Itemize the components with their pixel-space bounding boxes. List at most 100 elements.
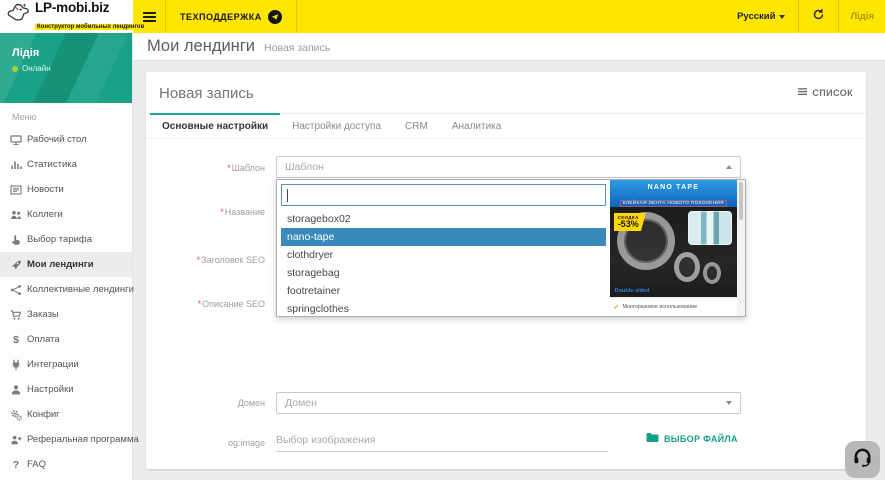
list-button[interactable]: СПИСОК — [797, 85, 853, 99]
template-options-list: storagebox02nano-tapeclothdryerstorageba… — [281, 210, 606, 318]
sidebar-item-plug[interactable]: Интеграции — [0, 352, 132, 377]
tab-2[interactable]: CRM — [393, 114, 440, 138]
stats-icon — [10, 159, 27, 171]
share-icon — [10, 284, 27, 296]
tab-0[interactable]: Основные настройки — [150, 114, 280, 138]
scrollbar-thumb[interactable] — [739, 182, 743, 220]
domain-select-placeholder: Домен — [285, 397, 317, 409]
gears-icon — [10, 409, 27, 421]
dropdown-scrollbar[interactable] — [737, 180, 745, 316]
chevron-up-icon — [726, 165, 732, 169]
logo-title: LP-mobi.biz — [35, 1, 146, 15]
refresh-button[interactable] — [799, 0, 838, 33]
sidebar-menu: Рабочий стол Статистика Новости Коллеги … — [0, 127, 132, 477]
logo-tagline: Конструктор мобильных лендингов — [35, 24, 146, 30]
template-option-springclothes[interactable]: springclothes — [281, 300, 606, 318]
chevron-down-icon — [779, 15, 785, 19]
tab-bar: Основные настройкиНастройки доступаCRMАн… — [146, 113, 866, 139]
field-label-name: Название — [146, 207, 265, 217]
desktop-icon — [10, 134, 27, 146]
online-status-icon — [12, 66, 18, 72]
preview-caption: Double-sided — [615, 288, 650, 294]
sidebar-item-dollar[interactable]: $ Оплата — [0, 327, 132, 352]
template-option-storagebox02[interactable]: storagebox02 — [281, 210, 606, 228]
menu-caption: Меню — [0, 103, 132, 127]
sidebar-item-rocket[interactable]: Мои лендинги — [0, 252, 132, 277]
field-label-og-image: og:image — [146, 438, 265, 448]
sidebar-item-label: Коллеги — [27, 209, 63, 220]
template-option-storagebag[interactable]: storagebag — [281, 264, 606, 282]
sidebar-item-user[interactable]: Настройки — [0, 377, 132, 402]
news-icon — [10, 184, 27, 196]
logo[interactable]: LP-mobi.biz Конструктор мобильных лендин… — [0, 0, 133, 33]
domain-select[interactable]: Домен — [276, 392, 741, 414]
support-chat-widget[interactable] — [845, 441, 880, 478]
plug-icon — [10, 359, 27, 371]
template-search-input[interactable] — [282, 185, 605, 205]
folder-icon — [646, 432, 659, 445]
chevron-down-icon — [726, 401, 732, 405]
sidebar: Лідія Онлайн Меню Рабочий стол Статистик… — [0, 33, 133, 480]
sidebar-item-hand[interactable]: Выбор тарифа — [0, 227, 132, 252]
user-plus-icon — [10, 434, 27, 446]
preview-inset-photo — [688, 211, 732, 245]
og-image-input[interactable] — [276, 428, 608, 452]
new-record-card: Новая запись СПИСОК Основные настройкиНа… — [146, 72, 866, 469]
sidebar-item-desktop[interactable]: Рабочий стол — [0, 127, 132, 152]
app-root: LP-mobi.biz Конструктор мобильных лендин… — [0, 0, 885, 480]
field-label-seo-description: Описание SEO — [146, 299, 265, 309]
preview-subtitle: КЛЕЙКАЯ ЛЕНТА НОВОГО ПОКОЛЕНИЯ — [620, 200, 727, 207]
sidebar-item-label: Интеграции — [27, 359, 79, 370]
template-option-footretainer[interactable]: footretainer — [281, 282, 606, 300]
template-select-placeholder: Шаблон — [285, 161, 324, 173]
check-icon: ✔ — [614, 303, 620, 311]
sidebar-item-label: Статистика — [27, 159, 77, 170]
support-button[interactable]: ТЕХПОДДЕРЖКА — [166, 0, 296, 33]
tab-3[interactable]: Аналитика — [440, 114, 514, 138]
hand-icon — [10, 234, 27, 246]
language-selector[interactable]: Русский — [724, 0, 798, 33]
sidebar-item-share[interactable]: Коллективные лендинги — [0, 277, 132, 302]
profile-name: Лідія — [12, 47, 120, 59]
template-option-clothdryer[interactable]: clothdryer — [281, 246, 606, 264]
template-select[interactable]: Шаблон — [276, 156, 741, 178]
tape-roll-graphic — [703, 262, 721, 284]
field-label-domain: Домен — [146, 398, 265, 408]
sidebar-item-label: Новости — [27, 184, 64, 195]
headset-icon — [852, 447, 873, 473]
field-label-seo-title: Заголовок SEO — [146, 255, 265, 265]
sidebar-item-question[interactable]: ? FAQ — [0, 452, 132, 477]
user-icon — [10, 384, 27, 396]
preview-feature-text: Многоразовое использование — [622, 304, 697, 310]
preview-title: NANO TAPE — [610, 180, 737, 191]
sidebar-item-label: FAQ — [27, 459, 46, 470]
template-option-nano-tape[interactable]: nano-tape — [281, 228, 606, 246]
template-dropdown: storagebox02nano-tapeclothdryerstorageba… — [276, 179, 746, 317]
sidebar-item-user-plus[interactable]: Реферальная программа — [0, 427, 132, 452]
sidebar-item-label: Конфиг — [27, 409, 60, 420]
refresh-icon — [812, 8, 825, 26]
sidebar-item-stats[interactable]: Статистика — [0, 152, 132, 177]
sidebar-item-news[interactable]: Новости — [0, 177, 132, 202]
text-cursor — [287, 189, 288, 202]
choose-file-button[interactable]: ВЫБОР ФАЙЛА — [646, 432, 738, 445]
list-icon — [797, 87, 808, 99]
sidebar-item-gears[interactable]: Конфиг — [0, 402, 132, 427]
sidebar-item-label: Мои лендинги — [27, 259, 94, 270]
sidebar-item-users[interactable]: Коллеги — [0, 202, 132, 227]
card-title: Новая запись — [159, 85, 254, 102]
sidebar-item-label: Оплата — [27, 334, 60, 345]
sidebar-item-label: Выбор тарифа — [27, 234, 92, 245]
topbar-divider — [296, 0, 297, 33]
tab-1[interactable]: Настройки доступа — [280, 114, 393, 138]
topbar: ТЕХПОДДЕРЖКА Русский Лідія — [133, 0, 885, 33]
field-label-template: Шаблон — [146, 163, 265, 173]
breadcrumb: Мои лендинги Новая запись — [133, 33, 885, 61]
sidebar-item-cart[interactable]: Заказы — [0, 302, 132, 327]
support-button-label: ТЕХПОДДЕРЖКА — [180, 12, 262, 22]
main-area: Мои лендинги Новая запись Новая запись С… — [133, 33, 885, 480]
sidebar-item-label: Коллективные лендинги — [27, 284, 134, 295]
breadcrumb-subtitle: Новая запись — [264, 42, 330, 54]
topbar-username[interactable]: Лідія — [839, 11, 885, 22]
profile-panel: Лідія Онлайн — [0, 33, 132, 103]
